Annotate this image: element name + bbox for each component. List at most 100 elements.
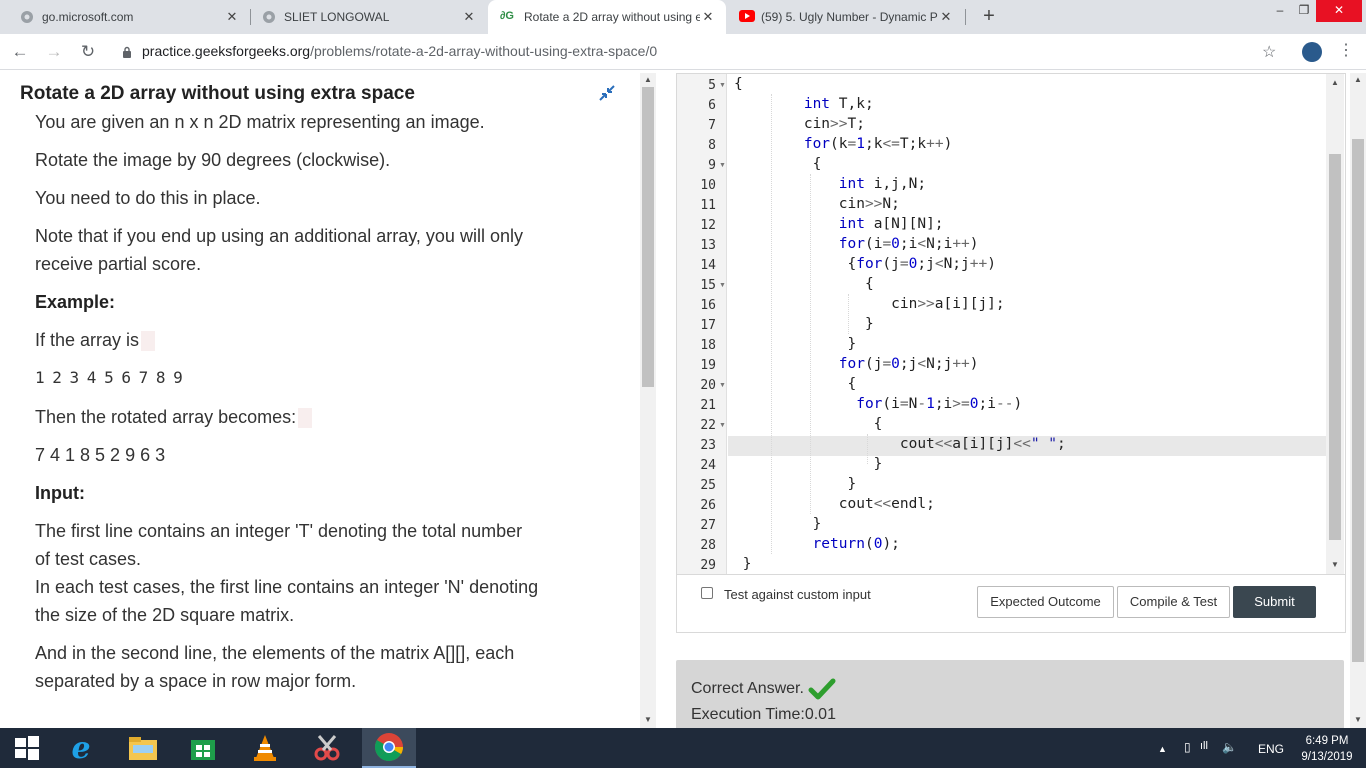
scroll-up-icon[interactable]: ▲ <box>1330 78 1340 87</box>
editor-scrollbar[interactable]: ▲ ▼ <box>1326 74 1344 574</box>
code-line[interactable]: } <box>734 516 822 532</box>
reload-icon[interactable]: ↻ <box>76 40 100 64</box>
globe-icon <box>20 10 34 24</box>
example-input-array: 1 2 3 4 5 6 7 8 9 <box>35 368 183 387</box>
address-bar[interactable]: practice.geeksforgeeks.org/problems/rota… <box>142 43 657 59</box>
compile-test-button[interactable]: Compile & Test <box>1117 586 1230 618</box>
code-line[interactable]: { <box>734 416 883 432</box>
wifi-icon[interactable]: ıll <box>1200 740 1208 752</box>
menu-icon[interactable]: ⋮ <box>1338 42 1354 60</box>
back-icon[interactable]: ← <box>8 40 32 64</box>
folder-icon <box>129 737 157 760</box>
fold-arrow-icon[interactable]: ▼ <box>719 162 726 169</box>
code-line[interactable]: for(i=N-1;i>=0;i--) <box>734 396 1022 412</box>
code-line[interactable]: } <box>734 556 752 572</box>
close-icon[interactable]: ✕ <box>224 9 240 25</box>
code-line[interactable]: { <box>734 76 743 92</box>
taskbar-vlc[interactable] <box>238 728 292 768</box>
line-number: 11 <box>700 198 716 213</box>
fold-arrow-icon[interactable]: ▼ <box>719 82 726 89</box>
minimize-button[interactable]: – <box>1268 0 1292 22</box>
taskbar-store[interactable] <box>176 728 230 768</box>
tab-rotate-2d-array[interactable]: ∂G Rotate a 2D array without using extra… <box>488 0 726 34</box>
close-window-button[interactable]: ✕ <box>1316 0 1362 22</box>
star-icon[interactable]: ☆ <box>1262 42 1276 62</box>
internet-explorer-icon: e <box>71 730 91 766</box>
line-number: 6 <box>708 98 716 113</box>
correct-answer-text: Correct Answer. <box>691 680 804 698</box>
code-line[interactable]: for(i=0;i<N;i++) <box>734 236 979 252</box>
example-heading: Example: <box>35 292 116 312</box>
volume-icon[interactable]: 🔈 <box>1222 740 1237 754</box>
left-scrollbar[interactable]: ▲ ▼ <box>640 73 656 728</box>
problem-text: the size of the 2D square matrix. <box>35 605 295 625</box>
taskbar-file-explorer[interactable] <box>116 728 170 768</box>
scroll-down-icon[interactable]: ▼ <box>643 715 653 724</box>
problem-text: Rotate the image by 90 degrees (clockwis… <box>35 150 391 170</box>
close-icon[interactable]: ✕ <box>700 9 716 25</box>
close-icon[interactable]: ✕ <box>938 9 954 25</box>
code-line[interactable]: {for(j=0;j<N;j++) <box>734 256 995 272</box>
fold-arrow-icon[interactable]: ▼ <box>719 382 726 389</box>
new-tab-button[interactable]: + <box>978 5 1000 27</box>
scroll-down-icon[interactable]: ▼ <box>1330 560 1340 569</box>
code-line[interactable]: int a[N][N]; <box>734 216 944 232</box>
code-line[interactable]: for(k=1;k<=T;k++) <box>734 136 952 152</box>
notifications-button[interactable] <box>1360 728 1366 768</box>
code-line[interactable]: for(j=0;j<N;j++) <box>734 356 979 372</box>
code-line[interactable]: cin>>N; <box>734 196 900 212</box>
code-line[interactable]: int T,k; <box>734 96 874 112</box>
tab-youtube-ugly-number[interactable]: (59) 5. Ugly Number - Dynamic Programmin… <box>727 0 964 34</box>
problem-text: of test cases. <box>35 549 142 569</box>
code-line[interactable]: } <box>734 336 856 352</box>
avatar[interactable] <box>1302 42 1322 62</box>
restore-button[interactable]: ❐ <box>1292 0 1316 22</box>
url-host: practice.geeksforgeeks.org <box>142 43 311 59</box>
code-line[interactable]: cout<<endl; <box>734 496 935 512</box>
clock[interactable]: 6:49 PM 9/13/2019 <box>1294 733 1360 765</box>
example-input-label: If the array is <box>35 330 140 350</box>
line-number: 29 <box>700 558 716 573</box>
code-line[interactable]: { <box>734 376 856 392</box>
tab-go-microsoft[interactable]: go.microsoft.com ✕ <box>8 0 250 34</box>
code-line[interactable]: cout<<a[i][j]<<" "; <box>734 436 1066 452</box>
fold-arrow-icon[interactable]: ▼ <box>719 422 726 429</box>
scroll-up-icon[interactable]: ▲ <box>643 75 653 84</box>
submit-button[interactable]: Submit <box>1233 586 1316 618</box>
scroll-thumb[interactable] <box>1329 154 1341 540</box>
taskbar-snipping-tool[interactable] <box>300 728 354 768</box>
code-line[interactable]: int i,j,N; <box>734 176 926 192</box>
code-line[interactable]: { <box>734 156 822 172</box>
page-scrollbar[interactable]: ▲ ▼ <box>1350 73 1366 728</box>
custom-input-checkbox[interactable] <box>701 587 713 599</box>
battery-icon[interactable]: ▯ <box>1184 740 1191 754</box>
line-number: 23 <box>700 438 716 453</box>
code-line[interactable]: cin>>T; <box>734 116 865 132</box>
language-indicator[interactable]: ENG <box>1258 742 1284 756</box>
code-line[interactable]: cin>>a[i][j]; <box>734 296 1005 312</box>
taskbar-chrome[interactable] <box>362 728 416 768</box>
code-line[interactable]: } <box>734 476 856 492</box>
line-number: 28 <box>700 538 716 553</box>
line-number: 25 <box>700 478 716 493</box>
tray-chevron-icon[interactable]: ▲ <box>1158 744 1167 754</box>
tab-sliet[interactable]: SLIET LONGOWAL ✕ <box>250 0 487 34</box>
start-button[interactable] <box>0 728 54 768</box>
code-line[interactable]: return(0); <box>734 536 900 552</box>
chrome-icon <box>374 733 403 762</box>
problem-title: Rotate a 2D array without using extra sp… <box>20 83 415 104</box>
scroll-down-icon[interactable]: ▼ <box>1353 715 1363 724</box>
scroll-thumb[interactable] <box>1352 139 1364 662</box>
code-line[interactable]: } <box>734 456 883 472</box>
scroll-thumb[interactable] <box>642 87 654 387</box>
forward-icon[interactable]: → <box>42 40 66 64</box>
scroll-up-icon[interactable]: ▲ <box>1353 75 1363 84</box>
taskbar-ie[interactable]: e <box>54 728 108 768</box>
code-line[interactable]: { <box>734 276 874 292</box>
close-icon[interactable]: ✕ <box>461 9 477 25</box>
code-line[interactable]: } <box>734 316 874 332</box>
example-text: Then the rotated array becomes: <box>35 403 615 431</box>
expected-outcome-button[interactable]: Expected Outcome <box>977 586 1114 618</box>
fold-arrow-icon[interactable]: ▼ <box>719 282 726 289</box>
collapse-icon[interactable] <box>598 84 616 102</box>
